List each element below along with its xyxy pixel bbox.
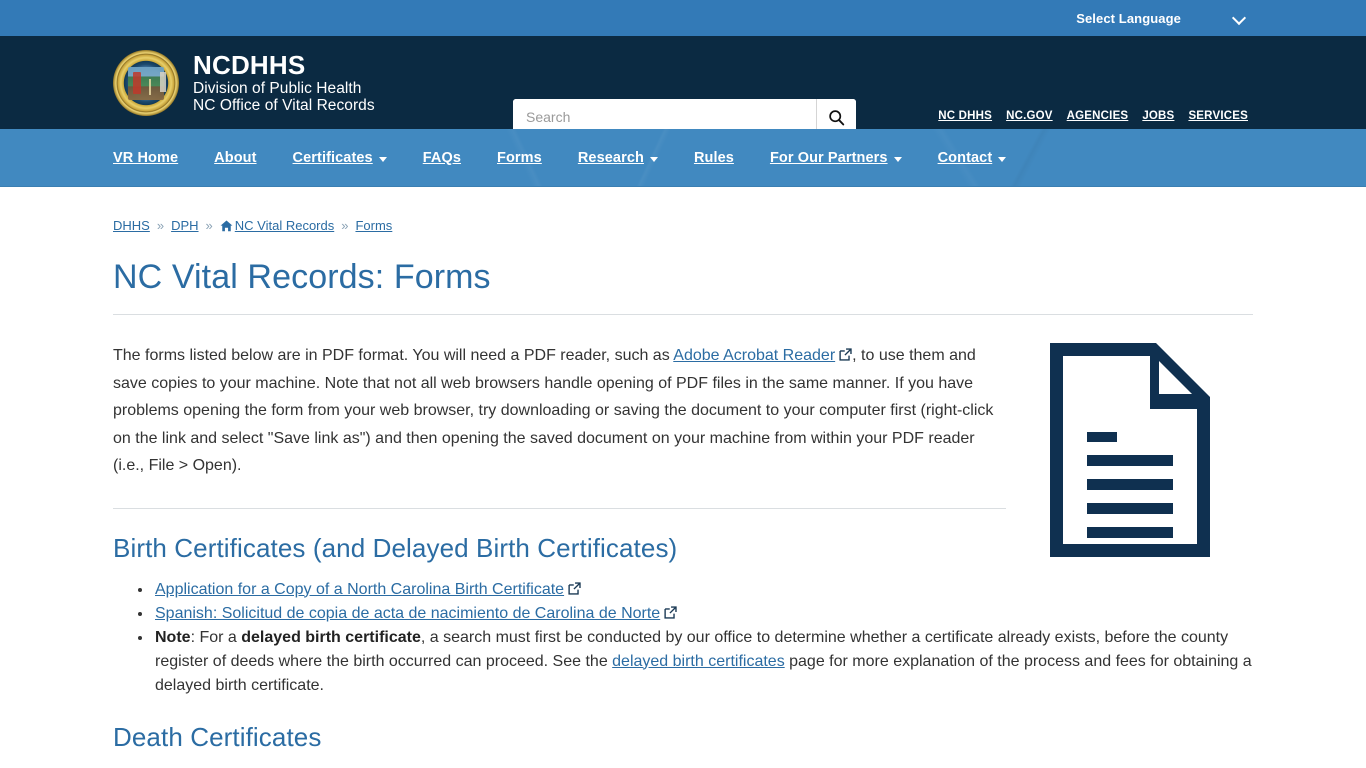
nav-label: Contact: [937, 149, 993, 166]
note-label: Note: [155, 628, 191, 646]
top-utility-bar: Select Language: [0, 0, 1366, 36]
note-text-part1: : For a: [190, 628, 242, 646]
link-birth-certificate-application-spanish[interactable]: Spanish: Solicitud de copia de acta de n…: [155, 605, 660, 622]
main-content: DHHS » DPH » NC Vital Records » Forms NC…: [0, 187, 1366, 768]
home-icon: [220, 220, 233, 232]
intro-paragraph: The forms listed below are in PDF format…: [113, 342, 1006, 480]
nav-label: For Our Partners: [769, 149, 888, 166]
breadcrumb-separator: »: [156, 218, 165, 233]
nav-item-vr-home[interactable]: VR Home: [113, 150, 178, 166]
document-illustration: [1006, 315, 1253, 561]
external-link-icon: [568, 581, 581, 595]
nav-label: About: [214, 149, 257, 166]
brand-title: NCDHHS: [193, 50, 306, 81]
header-link-jobs[interactable]: JOBS: [1142, 110, 1174, 122]
nc-state-seal-icon: [113, 50, 179, 116]
external-link-icon: [664, 605, 677, 619]
birth-certificates-list: Application for a Copy of a North Caroli…: [113, 578, 1261, 698]
caret-down-icon: [998, 156, 1007, 162]
nav-item-faqs[interactable]: FAQs: [423, 150, 461, 166]
intro-text-part2: , to use them and save copies to your ma…: [113, 347, 994, 474]
list-item: Application for a Copy of a North Caroli…: [153, 578, 1261, 602]
breadcrumb-item-nc-vital-records[interactable]: NC Vital Records: [235, 218, 334, 233]
breadcrumb: DHHS » DPH » NC Vital Records » Forms: [113, 187, 1253, 233]
intro-text-part1: The forms listed below are in PDF format…: [113, 347, 674, 364]
list-item-note: Note: For a delayed birth certificate, a…: [153, 626, 1261, 698]
caret-down-icon: [649, 156, 658, 162]
main-navigation: VR Home About Certificates FAQs Forms Re…: [0, 129, 1366, 187]
nav-label: Rules: [693, 149, 734, 166]
brand-subtitle-line2: NC Office of Vital Records: [193, 97, 375, 115]
adobe-acrobat-reader-link[interactable]: Adobe Acrobat Reader: [673, 347, 835, 364]
nav-label: Certificates: [292, 149, 373, 166]
breadcrumb-separator: »: [341, 218, 349, 233]
intro-divider: [113, 507, 1006, 509]
nav-label: Research: [577, 149, 644, 166]
note-bold-term: delayed birth certificate: [241, 628, 421, 646]
header-link-nc-gov[interactable]: NC.GOV: [1006, 110, 1053, 122]
brand-subtitle-line1: Division of Public Health: [193, 80, 362, 98]
nav-item-about[interactable]: About: [214, 150, 256, 166]
brand-logo-block[interactable]: NCDHHS Division of Public Health NC Offi…: [113, 50, 375, 116]
breadcrumb-item-dph[interactable]: DPH: [171, 218, 198, 233]
select-language-label: Select Language: [1076, 10, 1181, 26]
document-icon: [1049, 343, 1210, 557]
breadcrumb-separator: »: [205, 218, 213, 233]
nav-label: FAQs: [422, 149, 462, 166]
link-delayed-birth-certificates[interactable]: delayed birth certificates: [612, 653, 785, 670]
nav-label: VR Home: [113, 149, 179, 166]
header-utility-links: NC DHHS NC.GOV AGENCIES JOBS SERVICES: [938, 110, 1248, 122]
select-language-dropdown[interactable]: Select Language: [1076, 11, 1248, 26]
section-heading-birth-certificates: Birth Certificates (and Delayed Birth Ce…: [113, 532, 678, 563]
external-link-icon: [839, 348, 852, 361]
breadcrumb-item-dhhs[interactable]: DHHS: [113, 218, 150, 233]
nav-item-certificates[interactable]: Certificates: [293, 150, 387, 166]
header-link-nc-dhhs[interactable]: NC DHHS: [938, 110, 992, 122]
nav-item-rules[interactable]: Rules: [694, 150, 734, 166]
caret-down-icon: [893, 156, 902, 162]
nav-item-contact[interactable]: Contact: [938, 150, 1007, 166]
list-item: Spanish: Solicitud de copia de acta de n…: [153, 602, 1261, 626]
header-link-agencies[interactable]: AGENCIES: [1067, 110, 1129, 122]
section-heading-death-certificates: Death Certificates: [113, 721, 322, 752]
header-link-services[interactable]: SERVICES: [1188, 110, 1248, 122]
caret-down-icon: [378, 156, 387, 162]
nav-label: Forms: [497, 149, 542, 166]
search-icon: [829, 109, 845, 125]
site-header: NCDHHS Division of Public Health NC Offi…: [0, 36, 1366, 135]
link-birth-certificate-application[interactable]: Application for a Copy of a North Caroli…: [155, 581, 564, 598]
breadcrumb-item-forms[interactable]: Forms: [355, 218, 392, 233]
page-title: NC Vital Records: Forms: [113, 258, 491, 296]
nav-item-forms[interactable]: Forms: [497, 150, 542, 166]
nav-item-research[interactable]: Research: [578, 150, 658, 166]
nav-item-for-our-partners[interactable]: For Our Partners: [770, 150, 902, 166]
chevron-down-icon: [1233, 12, 1246, 25]
